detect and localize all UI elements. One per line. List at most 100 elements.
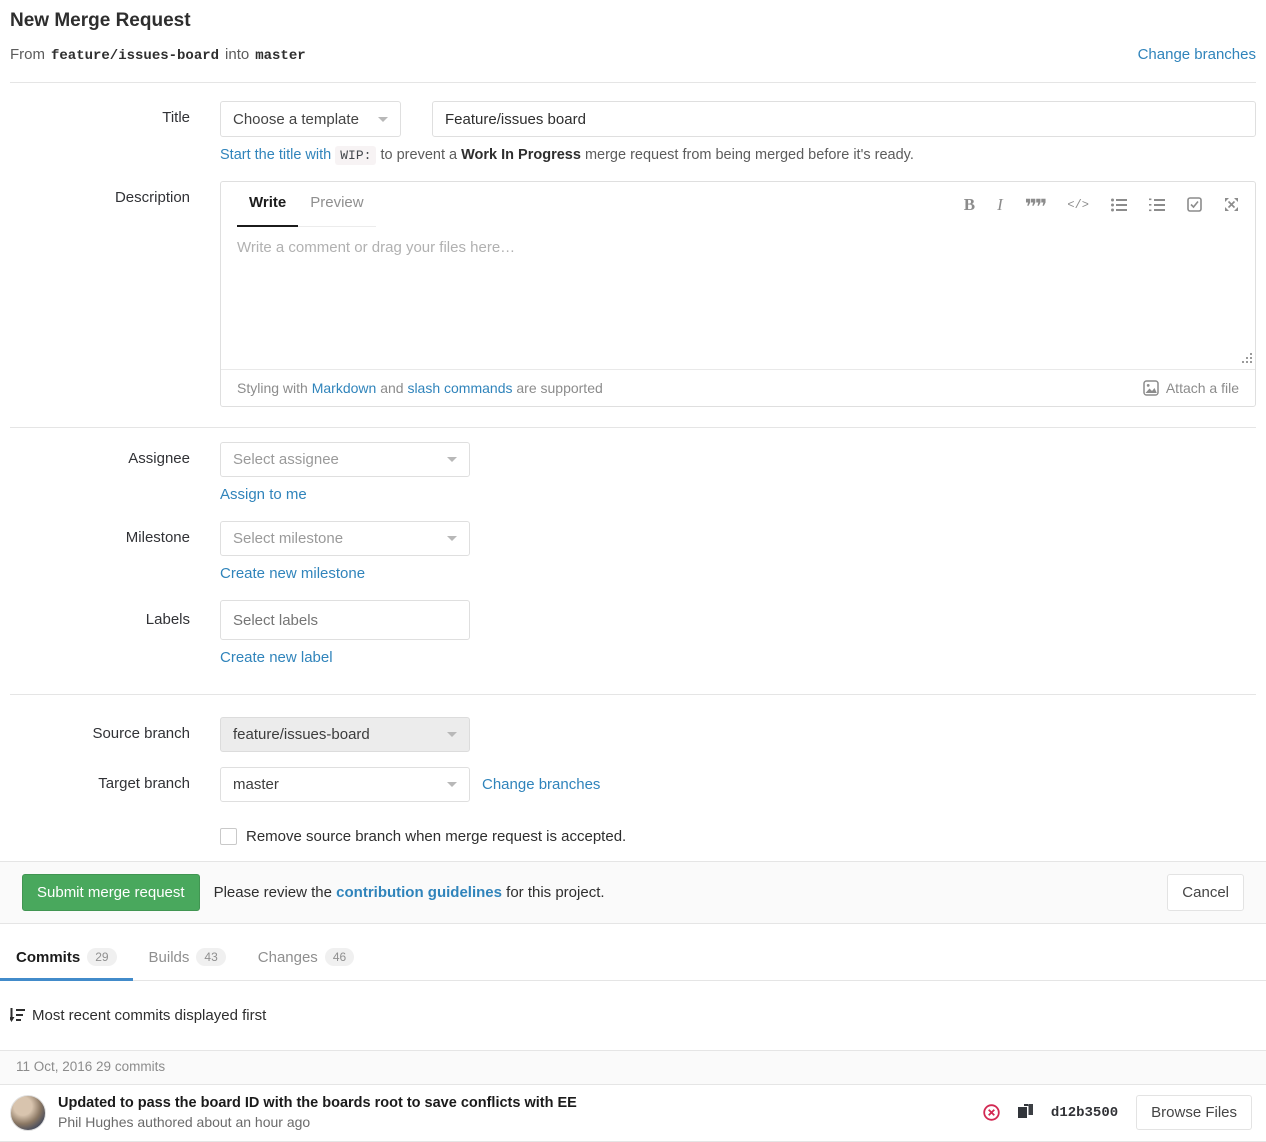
editor-tabs: Write Preview bbox=[237, 182, 376, 227]
from-label: From bbox=[10, 46, 45, 63]
ci-status-failed-icon[interactable] bbox=[983, 1104, 1000, 1121]
change-branches-link[interactable]: Change branches bbox=[1138, 46, 1256, 63]
milestone-select-placeholder: Select milestone bbox=[233, 530, 447, 547]
milestone-label: Milestone bbox=[10, 521, 190, 582]
target-branch-name: master bbox=[255, 48, 305, 64]
commit-day-header: 11 Oct, 2016 29 commits bbox=[0, 1050, 1266, 1084]
editor-toolbar: B I ❞❞ </> bbox=[964, 195, 1239, 214]
template-dropdown[interactable]: Choose a template bbox=[220, 101, 401, 137]
avatar[interactable] bbox=[10, 1095, 46, 1131]
wip-hint-mid: to prevent a bbox=[381, 147, 458, 163]
tab-commits[interactable]: Commits 29 bbox=[0, 934, 133, 980]
markdown-link[interactable]: Markdown bbox=[312, 380, 377, 396]
chevron-down-icon bbox=[447, 536, 457, 541]
tab-preview[interactable]: Preview bbox=[298, 182, 375, 227]
code-icon[interactable]: </> bbox=[1067, 199, 1089, 211]
assignee-select[interactable]: Select assignee bbox=[220, 442, 470, 477]
source-branch-select[interactable]: feature/issues-board bbox=[220, 717, 470, 752]
chevron-down-icon bbox=[447, 732, 457, 737]
source-branch-row: Source branch feature/issues-board bbox=[10, 717, 1256, 752]
chevron-down-icon bbox=[378, 117, 388, 122]
tab-changes-label: Changes bbox=[258, 949, 318, 966]
remove-source-branch-checkbox[interactable] bbox=[220, 828, 237, 845]
review-note: Please review the contribution guideline… bbox=[214, 884, 605, 901]
commit-sha[interactable]: d12b3500 bbox=[1051, 1105, 1118, 1121]
tab-builds-label: Builds bbox=[149, 949, 190, 966]
target-branch-label: Target branch bbox=[10, 767, 190, 861]
page-title: New Merge Request bbox=[10, 10, 1256, 32]
bullet-list-icon[interactable] bbox=[1111, 198, 1127, 212]
quote-icon[interactable]: ❞❞ bbox=[1025, 195, 1046, 214]
italic-icon[interactable]: I bbox=[997, 196, 1003, 213]
assign-to-me-link[interactable]: Assign to me bbox=[220, 486, 307, 503]
commit-title-link[interactable]: Updated to pass the board ID with the bo… bbox=[58, 1095, 983, 1111]
styling-note-suffix: are supported bbox=[516, 380, 602, 396]
tab-commits-label: Commits bbox=[16, 949, 80, 966]
cancel-button[interactable]: Cancel bbox=[1167, 874, 1244, 911]
commits-sort-note-text: Most recent commits displayed first bbox=[32, 1007, 266, 1024]
milestone-select[interactable]: Select milestone bbox=[220, 521, 470, 556]
assignee-select-placeholder: Select assignee bbox=[233, 451, 447, 468]
source-branch-label: Source branch bbox=[10, 717, 190, 752]
create-milestone-link[interactable]: Create new milestone bbox=[220, 565, 365, 582]
browse-files-button[interactable]: Browse Files bbox=[1136, 1095, 1252, 1130]
target-branch-select[interactable]: master bbox=[220, 767, 470, 802]
fullscreen-icon[interactable] bbox=[1224, 197, 1239, 212]
target-branch-value: master bbox=[233, 776, 447, 793]
wip-code: WIP: bbox=[335, 146, 376, 165]
description-row: Description Write Preview B I ❞❞ </> bbox=[10, 181, 1256, 407]
numbered-list-icon[interactable] bbox=[1149, 198, 1165, 212]
section-divider bbox=[10, 694, 1256, 695]
labels-row: Labels Create new label bbox=[220, 600, 1256, 666]
tab-changes-count: 46 bbox=[325, 948, 354, 966]
contribution-guidelines-link[interactable]: contribution guidelines bbox=[336, 884, 502, 901]
wip-hint: Start the title with WIP: to prevent a W… bbox=[220, 147, 1256, 163]
styling-note-prefix: Styling with bbox=[237, 380, 308, 396]
chevron-down-icon bbox=[447, 782, 457, 787]
tab-builds[interactable]: Builds 43 bbox=[133, 934, 242, 980]
section-divider bbox=[10, 427, 1256, 428]
task-list-icon[interactable] bbox=[1187, 197, 1202, 212]
change-branches-link-bottom[interactable]: Change branches bbox=[482, 776, 600, 793]
title-input[interactable] bbox=[432, 101, 1256, 137]
chevron-down-icon bbox=[447, 457, 457, 462]
labels-input[interactable] bbox=[220, 600, 470, 640]
wip-hint-link[interactable]: Start the title with bbox=[220, 147, 331, 163]
review-note-suffix: for this project. bbox=[506, 884, 604, 901]
tab-changes[interactable]: Changes 46 bbox=[242, 934, 370, 980]
milestone-row: Milestone Select milestone Create new mi… bbox=[220, 521, 1256, 582]
assignee-row: Assignee Select assignee Assign to me Mi… bbox=[10, 442, 1256, 666]
commit-row: Updated to pass the board ID with the bo… bbox=[0, 1085, 1266, 1142]
submit-merge-request-button[interactable]: Submit merge request bbox=[22, 874, 200, 911]
description-label: Description bbox=[10, 181, 190, 407]
wip-hint-bold: Work In Progress bbox=[461, 147, 581, 163]
merge-request-header: New Merge Request From feature/issues-bo… bbox=[0, 0, 1266, 83]
bold-icon[interactable]: B bbox=[964, 196, 975, 213]
merge-request-tabs: Commits 29 Builds 43 Changes 46 bbox=[0, 934, 1266, 981]
copy-sha-icon[interactable] bbox=[1018, 1104, 1033, 1121]
source-branch-name: feature/issues-board bbox=[51, 48, 219, 64]
target-branch-row: Target branch master Change branches Rem… bbox=[10, 767, 1256, 861]
tab-commits-count: 29 bbox=[87, 948, 116, 966]
description-textarea[interactable] bbox=[221, 227, 1255, 369]
review-note-prefix: Please review the bbox=[214, 884, 332, 901]
markdown-editor: Write Preview B I ❞❞ </> bbox=[220, 181, 1256, 407]
image-icon bbox=[1143, 380, 1159, 396]
commits-sort-note: Most recent commits displayed first bbox=[10, 1007, 1256, 1050]
wip-hint-rest: merge request from being merged before i… bbox=[585, 147, 914, 163]
branch-summary-line: From feature/issues-board into master Ch… bbox=[10, 46, 1256, 83]
attach-file-button[interactable]: Attach a file bbox=[1143, 380, 1239, 396]
tab-builds-count: 43 bbox=[196, 948, 225, 966]
template-dropdown-value: Choose a template bbox=[233, 111, 378, 128]
resize-handle[interactable] bbox=[1241, 350, 1252, 366]
form-actions-bar: Submit merge request Please review the c… bbox=[0, 861, 1266, 924]
slash-commands-link[interactable]: slash commands bbox=[407, 380, 512, 396]
tab-write[interactable]: Write bbox=[237, 182, 298, 227]
create-label-link[interactable]: Create new label bbox=[220, 649, 333, 666]
commit-meta: Phil Hughes authored about an hour ago bbox=[58, 1114, 983, 1130]
attach-file-label: Attach a file bbox=[1166, 380, 1239, 396]
title-label: Title bbox=[10, 101, 190, 163]
sort-descending-icon bbox=[10, 1008, 25, 1023]
styling-note-and: and bbox=[380, 380, 403, 396]
title-row: Title Choose a template Start the title … bbox=[10, 101, 1256, 163]
